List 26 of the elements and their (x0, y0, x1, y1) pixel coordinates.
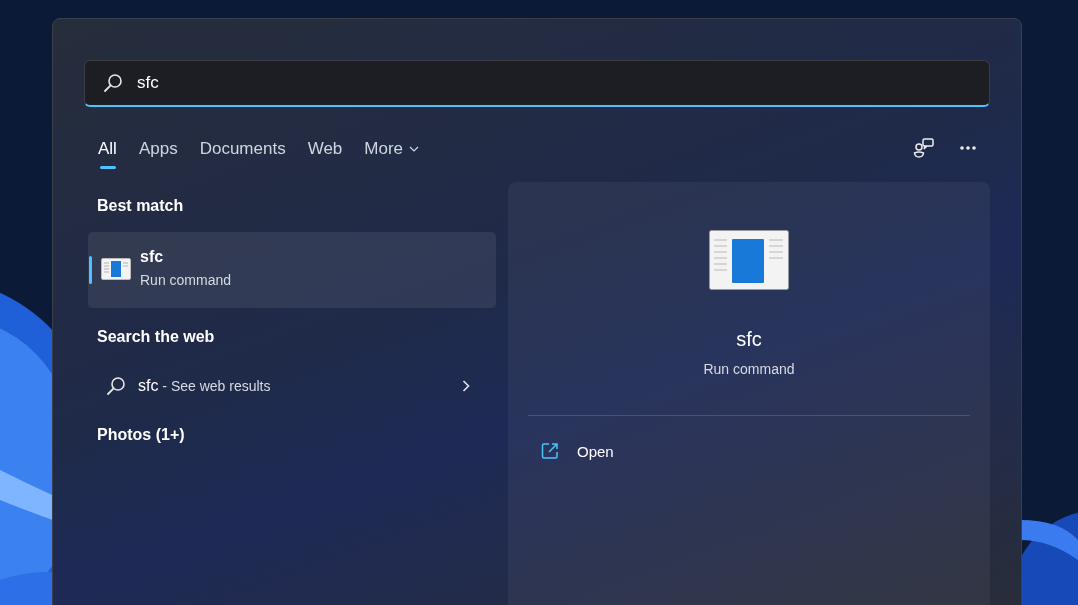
app-window-icon (101, 258, 131, 280)
result-item[interactable]: sfc Run command (88, 232, 496, 308)
result-title: sfc (140, 248, 165, 266)
filter-tab[interactable]: Web (307, 135, 343, 169)
preview-title: sfc (736, 328, 762, 351)
more-options-icon[interactable] (959, 145, 977, 151)
external-link-icon (541, 442, 559, 460)
section-heading: Best match (96, 197, 185, 215)
filter-tab[interactable]: All (98, 135, 117, 169)
result-subtitle: Run command (140, 272, 232, 288)
section-heading: Search the web (96, 328, 216, 346)
preview-subtitle: Run command (703, 361, 795, 377)
search-icon (103, 73, 123, 93)
search-field[interactable]: sfc (84, 60, 990, 107)
filter-tab[interactable]: More (364, 135, 420, 169)
web-results-link[interactable]: - See web results (158, 378, 271, 394)
chevron-right-icon[interactable] (462, 380, 470, 392)
open-action[interactable]: Open (528, 442, 614, 460)
search-icon (106, 376, 126, 396)
chevron-down-icon (409, 146, 420, 152)
filter-tab[interactable]: Apps (138, 135, 178, 169)
filter-tab[interactable]: Documents (199, 135, 286, 169)
app-window-icon (709, 230, 789, 290)
web-query[interactable]: sfc (138, 377, 159, 395)
people-chat-icon[interactable] (913, 137, 935, 159)
section-heading[interactable]: Photos (1+) (88, 426, 496, 444)
